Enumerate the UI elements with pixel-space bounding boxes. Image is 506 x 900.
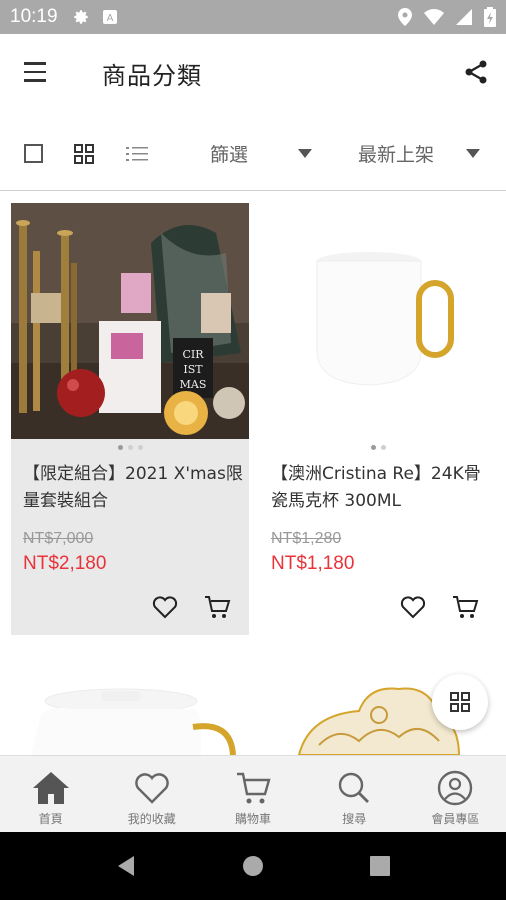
heart-icon[interactable] [399, 593, 427, 621]
sale-price: NT$2,180 [23, 553, 107, 574]
pager-dot [380, 445, 386, 450]
divider [0, 190, 506, 191]
svg-text:A: A [106, 13, 113, 24]
single-view-icon[interactable] [24, 144, 43, 163]
bottom-nav: 首頁 我的收藏 購物車 搜尋 會員專區 [0, 755, 506, 832]
caret-down-icon [298, 149, 312, 158]
recents-icon[interactable] [368, 854, 392, 878]
sort-label: 最新上架 [358, 143, 435, 166]
battery-icon [484, 7, 496, 27]
image-pager [11, 445, 249, 450]
image-pager [259, 445, 497, 450]
menu-line [24, 70, 46, 73]
home-circle-icon[interactable] [241, 854, 265, 878]
pager-dot [117, 445, 123, 450]
search-icon [339, 772, 370, 803]
screen: 10:19 A 商品分類 篩選 最新上架 CIR IST MAS 【限定組合】2… [0, 0, 506, 900]
original-price: NT$1,280 [271, 530, 342, 547]
nav-item-cart[interactable]: 購物車 [202, 756, 303, 832]
page-title: 商品分類 [102, 62, 202, 90]
system-nav-bar [0, 832, 506, 900]
nav-label: 購物車 [235, 812, 272, 826]
product-card[interactable]: CIR IST MAS 【限定組合】2021 X'mas限量套裝組合 NT$7,… [11, 203, 249, 635]
filter-dropdown[interactable]: 篩選 [210, 138, 320, 168]
svg-text:IST: IST [183, 363, 203, 376]
grid-view-icon[interactable] [74, 144, 94, 164]
product-image[interactable] [11, 645, 249, 755]
wifi-icon [424, 9, 444, 25]
status-time: 10:19 [10, 6, 58, 27]
svg-text:CIR: CIR [182, 348, 204, 361]
app-bar: 商品分類 [0, 34, 506, 114]
pager-dot [370, 445, 376, 450]
nav-item-member[interactable]: 會員專區 [405, 756, 506, 832]
share-icon[interactable] [462, 58, 490, 86]
product-card[interactable] [11, 645, 249, 755]
pager-dot [127, 445, 133, 450]
cart-icon [237, 772, 271, 804]
app-notification-icon: A [102, 10, 117, 24]
grid-icon [450, 692, 470, 712]
heart-icon [135, 773, 169, 804]
product-image[interactable] [259, 203, 497, 439]
back-icon[interactable] [114, 854, 138, 878]
add-to-cart-icon[interactable] [451, 593, 479, 621]
nav-label: 我的收藏 [127, 812, 176, 826]
menu-button[interactable] [24, 62, 54, 86]
user-icon [438, 770, 473, 806]
sale-price: NT$1,180 [271, 553, 355, 574]
home-icon [32, 772, 69, 804]
menu-line [24, 62, 46, 65]
product-card[interactable]: 【澳洲Cristina Re】24K骨瓷馬克杯 300ML NT$1,280 N… [259, 203, 497, 635]
list-view-icon[interactable] [126, 144, 148, 164]
svg-text:MAS: MAS [180, 378, 207, 391]
heart-icon[interactable] [151, 593, 179, 621]
grid-toggle-button[interactable] [432, 674, 488, 730]
original-price: NT$7,000 [23, 530, 94, 547]
pager-dot [137, 445, 143, 450]
nav-item-home[interactable]: 首頁 [0, 756, 101, 832]
product-name[interactable]: 【限定組合】2021 X'mas限量套裝組合 [23, 461, 245, 515]
signal-icon [456, 9, 472, 25]
caret-down-icon [466, 149, 480, 158]
status-right-icons [398, 7, 496, 27]
status-left-icons: A [72, 8, 118, 26]
settings-gear-icon [73, 10, 88, 24]
product-name[interactable]: 【澳洲Cristina Re】24K骨瓷馬克杯 300ML [271, 461, 493, 515]
nav-item-search[interactable]: 搜尋 [304, 756, 405, 832]
sort-dropdown[interactable]: 最新上架 [358, 138, 488, 168]
add-to-cart-icon[interactable] [203, 593, 231, 621]
nav-label: 首頁 [38, 812, 63, 826]
status-bar: 10:19 A [0, 0, 506, 34]
nav-item-favorites[interactable]: 我的收藏 [101, 756, 202, 832]
filter-bar: 篩選 最新上架 [0, 120, 506, 186]
product-image[interactable]: CIR IST MAS [11, 203, 249, 439]
nav-label: 會員專區 [431, 812, 480, 826]
location-icon [398, 8, 412, 26]
menu-line [24, 79, 46, 82]
nav-label: 搜尋 [342, 812, 367, 826]
filter-label: 篩選 [210, 143, 249, 166]
